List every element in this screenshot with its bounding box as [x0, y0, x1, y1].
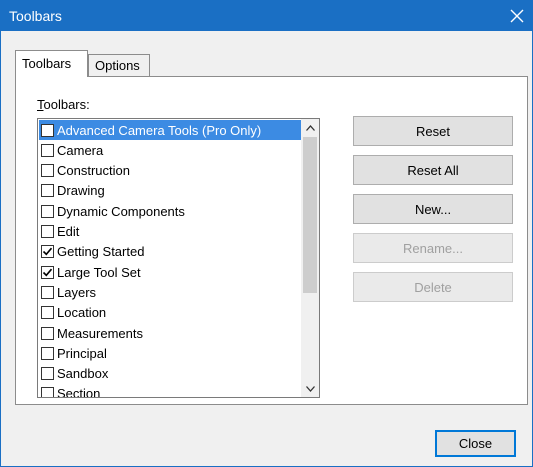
- checkbox-checked-icon[interactable]: [41, 265, 54, 279]
- list-item[interactable]: Section: [39, 384, 301, 398]
- checkbox-icon[interactable]: [41, 184, 54, 198]
- reset-button[interactable]: Reset: [353, 116, 513, 146]
- checkbox-icon[interactable]: [41, 204, 54, 218]
- scroll-thumb[interactable]: [303, 137, 317, 293]
- checkbox-icon[interactable]: [41, 164, 54, 178]
- checkbox-icon[interactable]: [41, 225, 54, 238]
- list-item[interactable]: Layers: [39, 282, 301, 302]
- checkbox-icon[interactable]: [41, 326, 54, 340]
- delete-button[interactable]: Delete: [353, 272, 513, 302]
- tab-toolbars[interactable]: Toolbars: [15, 50, 88, 77]
- rename-button[interactable]: Rename...: [353, 233, 513, 263]
- list-item[interactable]: Advanced Camera Tools (Pro Only): [39, 120, 301, 140]
- list-item[interactable]: Edit: [39, 222, 301, 242]
- reset-all-button[interactable]: Reset All: [353, 155, 513, 185]
- list-item[interactable]: Dynamic Components: [39, 201, 301, 221]
- checkbox-icon[interactable]: [41, 285, 54, 299]
- list-item-label: Principal: [57, 345, 107, 361]
- scroll-up-arrow-icon[interactable]: [301, 119, 319, 136]
- list-item[interactable]: Principal: [39, 343, 301, 363]
- checkbox-icon[interactable]: [41, 387, 54, 397]
- list-item[interactable]: Large Tool Set: [39, 262, 301, 282]
- toolbars-dialog: Toolbars Toolbars Options Toolbars: Sect…: [0, 0, 533, 467]
- checkbox-icon[interactable]: [41, 306, 54, 320]
- list-item[interactable]: Construction: [39, 161, 301, 181]
- list-item-label: Drawing: [57, 183, 105, 199]
- new-button[interactable]: New...: [353, 194, 513, 224]
- checkbox-icon[interactable]: [41, 143, 54, 157]
- scroll-down-arrow-icon[interactable]: [301, 380, 319, 397]
- checkbox-checked-icon[interactable]: [41, 245, 54, 259]
- toolbars-list-label: Toolbars:: [37, 97, 90, 112]
- list-item-label: Measurements: [57, 325, 143, 341]
- toolbars-listbox[interactable]: Section Sandbox Principal Measurements Locat…: [37, 118, 320, 398]
- list-item[interactable]: Camera: [39, 140, 301, 160]
- close-window-icon[interactable]: [502, 1, 532, 31]
- list-item-label: Section: [57, 386, 101, 398]
- list-item-label: Sandbox: [57, 366, 109, 382]
- list-item-label: Dynamic Components: [57, 203, 185, 219]
- list-item[interactable]: Getting Started: [39, 242, 301, 262]
- list-item-label: Getting Started: [57, 244, 145, 260]
- list-item-label: Layers: [57, 284, 97, 300]
- list-scrollbar[interactable]: [301, 119, 319, 397]
- list-item[interactable]: Measurements: [39, 323, 301, 343]
- list-item-label: Construction: [57, 163, 130, 179]
- dialog-title: Toolbars: [9, 8, 62, 24]
- list-item-label: Location: [57, 305, 107, 321]
- list-item[interactable]: Sandbox: [39, 364, 301, 384]
- tab-options[interactable]: Options: [88, 54, 150, 76]
- label-text: oolbars:: [43, 97, 90, 112]
- list-item-label: Advanced Camera Tools (Pro Only): [57, 122, 262, 138]
- title-bar[interactable]: Toolbars: [1, 1, 532, 31]
- checkbox-icon[interactable]: [41, 123, 54, 137]
- list-item[interactable]: Location: [39, 303, 301, 323]
- checkbox-icon[interactable]: [41, 367, 54, 381]
- list-item[interactable]: Drawing: [39, 181, 301, 201]
- checkbox-icon[interactable]: [41, 346, 54, 360]
- close-button[interactable]: Close: [435, 430, 516, 457]
- list-item-label: Camera: [57, 142, 104, 158]
- list-item-label: Large Tool Set: [57, 264, 141, 280]
- list-item-label: Edit: [57, 224, 80, 239]
